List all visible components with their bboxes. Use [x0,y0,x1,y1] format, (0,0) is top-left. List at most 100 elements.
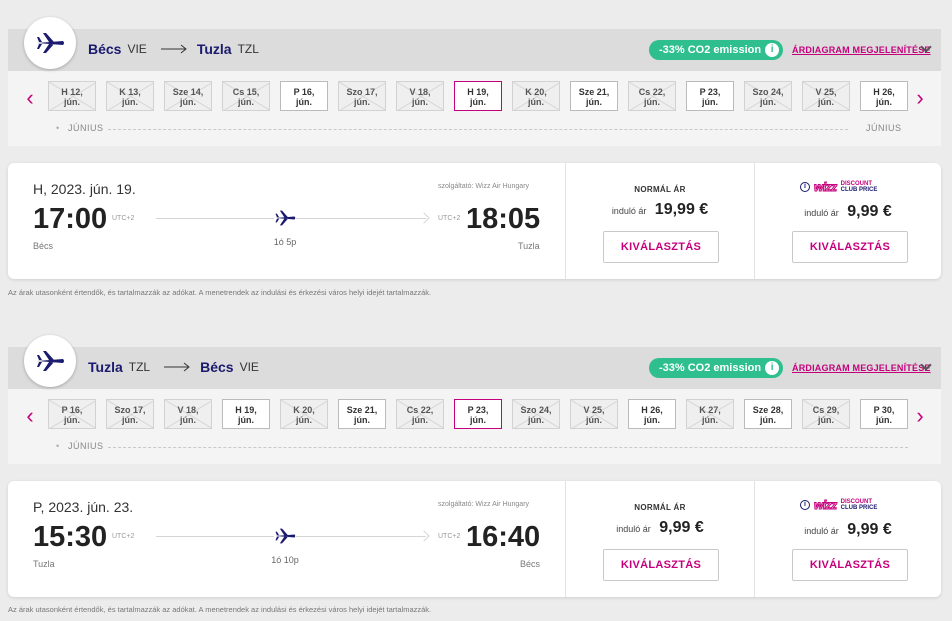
date-month-label: jún. [412,415,428,425]
date-cell: P 16, jún. [48,399,96,429]
select-discount-fare-button[interactable]: KIVÁLASZTÁS [792,549,908,581]
discount-club-label: DISCOUNT CLUB PRICE [841,181,878,193]
date-month-label: jún. [644,415,660,425]
price-chart-link[interactable]: ÁRDIAGRAM MEGJELENÍTÉSE [792,45,931,55]
co2-badge[interactable]: -33% CO2 emission i [649,358,784,378]
chevron-right-icon[interactable]: › [910,401,930,431]
normal-price-row: induló ár 9,99 € [566,519,754,537]
date-day-label: P 16, [293,87,315,97]
operator-text: szolgáltató: Wizz Air Hungary [438,501,530,508]
operator-text: szolgáltató: Wizz Air Hungary [438,183,530,190]
date-cell[interactable]: P 23, jún. [454,399,502,429]
normal-fare-title: NORMÁL ÁR [634,503,686,512]
date-cell: V 18, jún. [164,399,212,429]
month-label-left: JÚNIUS [68,123,104,133]
route-arrow-icon [160,44,187,54]
info-icon[interactable]: i [800,500,810,510]
normal-price: 9,99 € [659,519,704,536]
date-month-label: jún. [528,415,544,425]
month-row: • JÚNIUS [48,441,908,455]
date-cell: K 20, jún. [280,399,328,429]
wizz-logo-text: wizz [814,498,838,513]
month-label-right: JÚNIUS [866,123,902,133]
outbound-route-bar: Bécs VIE Tuzla TZL -33% CO2 emission i Á… [8,17,941,71]
date-cell[interactable]: P 30, jún. [860,399,908,429]
price-chart-link[interactable]: ÁRDIAGRAM MEGJELENÍTÉSE [792,363,931,373]
info-icon[interactable]: i [800,182,810,192]
origin-code: TZL [128,360,151,374]
date-cell: Cs 22, jún. [628,81,676,111]
date-cell: V 25, jún. [570,399,618,429]
date-cell: Szo 17, jún. [106,399,154,429]
date-day-label: P 16, [61,405,83,415]
date-day-label: V 18, [409,87,431,97]
month-divider [108,129,848,130]
date-month-label: jún. [180,97,196,107]
date-cell[interactable]: Sze 21, jún. [570,81,618,111]
date-month-label: jún. [702,415,718,425]
date-month-label: jún. [296,97,312,107]
date-month-label: jún. [818,97,834,107]
outbound-section: Bécs VIE Tuzla TZL -33% CO2 emission i Á… [8,17,941,299]
date-month-label: jún. [122,415,138,425]
info-icon[interactable]: i [765,361,780,375]
date-cell[interactable]: H 19, jún. [222,399,270,429]
date-cell: Cs 29, jún. [802,399,850,429]
co2-badge[interactable]: -33% CO2 emission i [649,40,784,60]
date-day-label: Sze 14, [172,87,204,97]
date-day-label: P 23, [699,87,721,97]
date-cell: K 27, jún. [686,399,734,429]
departure-utc: UTC+2 [112,215,135,222]
chevron-right-icon[interactable]: › [910,83,930,113]
normal-price-row: induló ár 19,99 € [566,201,754,219]
date-list: P 16, jún. Szo 17, jún. V 18, jún. H 19, jún. K … [48,399,908,431]
month-label-left: JÚNIUS [68,441,104,451]
date-cell[interactable]: P 23, jún. [686,81,734,111]
date-day-label: V 18, [177,405,199,415]
date-day-label: Sze 28, [752,405,784,415]
destination-code: VIE [239,360,259,374]
discount-club-logo: i wizz DISCOUNT CLUB PRICE [800,179,877,195]
date-list: H 12, jún. K 13, jún. Sze 14, jún. Cs 15, jún. P… [48,81,908,113]
flight-card: P, 2023. jún. 23. szolgáltató: Wizz Air … [8,481,941,597]
date-month-label: jún. [876,415,892,425]
flight-duration: 1ó 10p [271,555,299,565]
departure-city: Bécs [33,241,54,251]
info-icon[interactable]: i [765,43,780,57]
date-month-label: jún. [702,97,718,107]
select-normal-fare-button[interactable]: KIVÁLASZTÁS [603,231,719,263]
date-cell[interactable]: H 26, jún. [860,81,908,111]
date-cell[interactable]: H 19, jún. [454,81,502,111]
arrival-utc: UTC+2 [438,533,461,540]
date-day-label: V 25, [583,405,605,415]
chevron-left-icon[interactable]: ‹ [20,83,40,113]
normal-fare-title: NORMÁL ÁR [634,185,686,194]
date-day-label: H 19, [235,405,257,415]
date-cell: H 12, jún. [48,81,96,111]
date-day-label: V 25, [815,87,837,97]
arrow-right-icon [418,212,430,224]
discount-club-label: DISCOUNT CLUB PRICE [841,499,878,511]
from-label: induló ár [804,526,839,536]
date-month-label: jún. [180,415,196,425]
route-title: Bécs VIE Tuzla TZL [88,41,263,57]
departure-city: Tuzla [33,559,55,569]
month-row: • JÚNIUS JÚNIUS [48,123,908,137]
date-cell[interactable]: Sze 21, jún. [338,399,386,429]
plane-icon [274,207,296,229]
date-cell[interactable]: Sze 28, jún. [744,399,792,429]
date-month-label: jún. [818,415,834,425]
from-label: induló ár [804,208,839,218]
discount-price-row: induló ár 9,99 € [755,203,941,221]
date-cell[interactable]: P 16, jún. [280,81,328,111]
select-normal-fare-button[interactable]: KIVÁLASZTÁS [603,549,719,581]
date-month-label: jún. [586,97,602,107]
select-discount-fare-button[interactable]: KIVÁLASZTÁS [792,231,908,263]
discount-price: 9,99 € [847,521,892,538]
date-cell[interactable]: H 26, jún. [628,399,676,429]
arrival-city: Bécs [520,559,541,569]
wizz-logo-text: wizz [814,180,838,195]
date-month-label: jún. [876,97,892,107]
chevron-left-icon[interactable]: ‹ [20,401,40,431]
date-month-label: jún. [760,97,776,107]
